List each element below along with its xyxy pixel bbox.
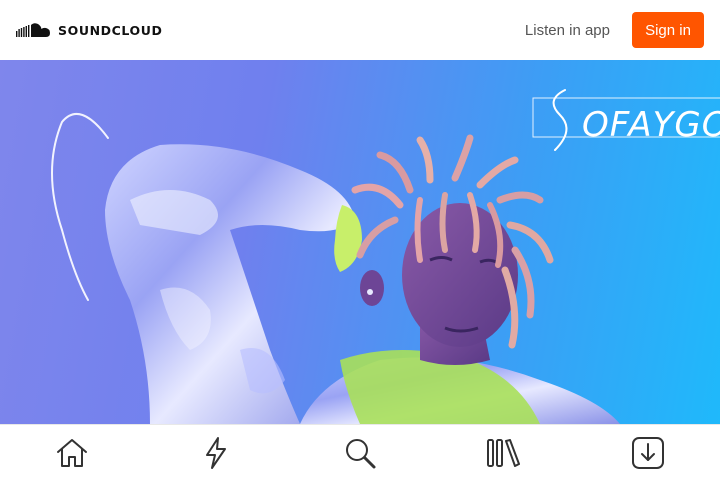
nav-search[interactable] xyxy=(288,425,432,480)
sofaygo-signature: OFAYGO xyxy=(532,89,720,151)
svg-text:OFAYGO: OFAYGO xyxy=(582,105,720,145)
sign-in-button[interactable]: Sign in xyxy=(632,12,704,48)
nav-download[interactable] xyxy=(576,425,720,480)
bottom-navigation xyxy=(0,424,720,480)
silver-jacket-arm xyxy=(105,144,355,424)
brand-name: SOUNDCLOUD xyxy=(58,22,163,38)
nav-home[interactable] xyxy=(0,425,144,480)
top-header: SOUNDCLOUD Listen in app Sign in xyxy=(0,0,720,60)
search-icon xyxy=(346,438,376,468)
lightning-icon xyxy=(206,436,226,469)
nav-feed[interactable] xyxy=(144,425,288,480)
soundcloud-logo[interactable]: SOUNDCLOUD xyxy=(16,22,162,38)
decorative-arc xyxy=(51,113,109,301)
download-icon xyxy=(632,436,664,469)
artist-illustration: OFAYGO xyxy=(51,89,720,424)
library-icon xyxy=(487,438,520,467)
home-icon xyxy=(57,438,87,467)
listen-in-app-link[interactable]: Listen in app xyxy=(525,22,610,39)
hero-artwork[interactable]: OFAYGO xyxy=(0,60,720,424)
soundcloud-cloud-icon xyxy=(16,23,50,37)
nav-library[interactable] xyxy=(432,425,576,480)
